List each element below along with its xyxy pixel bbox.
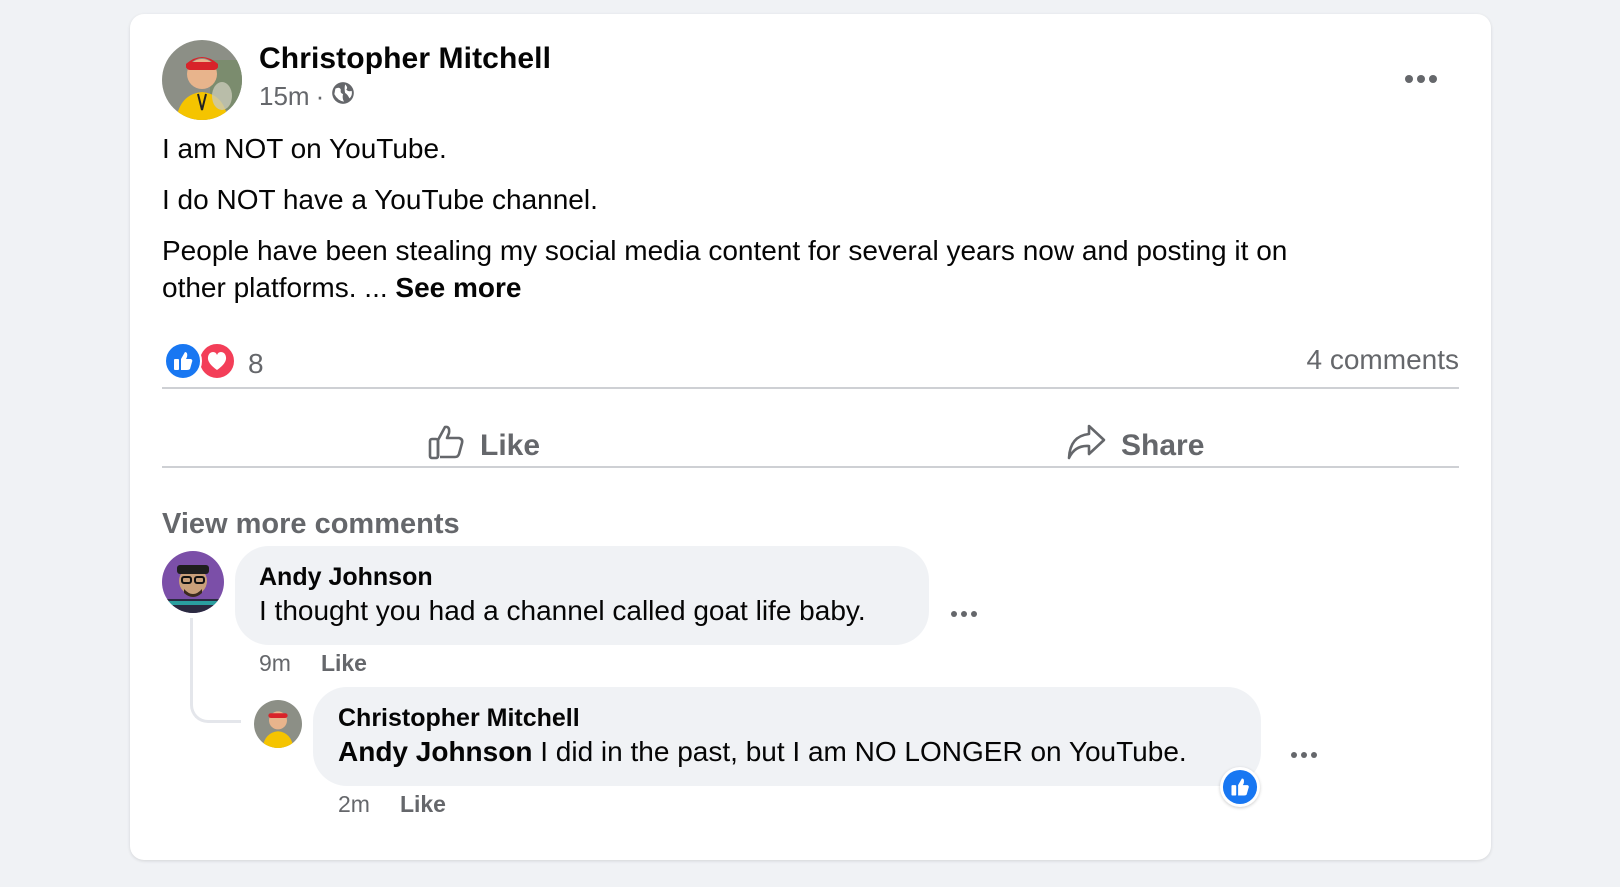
post-author-name[interactable]: Christopher Mitchell bbox=[259, 42, 551, 76]
like-reaction-icon bbox=[164, 342, 202, 385]
share-arrow-icon bbox=[1065, 422, 1107, 470]
reply-options-button[interactable] bbox=[1290, 731, 1318, 765]
post-text-line: I am NOT on YouTube. bbox=[162, 133, 447, 164]
author-avatar[interactable] bbox=[162, 40, 242, 120]
post-text-line: People have been stealing my social medi… bbox=[162, 235, 1288, 266]
thumbs-up-icon bbox=[426, 422, 466, 470]
reply-like-badge[interactable] bbox=[1220, 767, 1260, 807]
reply-mention-link[interactable]: Andy Johnson bbox=[338, 736, 532, 767]
reply-thread-line bbox=[190, 618, 241, 723]
see-more-link[interactable]: See more bbox=[395, 272, 521, 303]
meta-separator: · bbox=[315, 81, 325, 111]
view-more-comments-link[interactable]: View more comments bbox=[162, 508, 460, 541]
reply-meta: 2m Like bbox=[338, 791, 446, 818]
reply-text: Andy Johnson I did in the past, but I am… bbox=[338, 736, 1187, 768]
love-reaction-icon bbox=[198, 342, 236, 385]
reply-author-name[interactable]: Christopher Mitchell bbox=[338, 704, 580, 733]
comments-count-link[interactable]: 4 comments bbox=[1307, 344, 1460, 376]
commenter-avatar[interactable] bbox=[162, 551, 224, 613]
comment-text: I thought you had a channel called goat … bbox=[259, 595, 866, 626]
comment-time[interactable]: 9m bbox=[259, 650, 291, 677]
post-card: Christopher Mitchell 15m · I am NOT on Y… bbox=[130, 14, 1491, 860]
post-meta: 15m · bbox=[259, 80, 356, 113]
reply-like-button[interactable]: Like bbox=[400, 791, 446, 818]
post-options-button[interactable] bbox=[1404, 56, 1438, 90]
share-button-label: Share bbox=[1121, 429, 1205, 462]
post-text-line: I do NOT have a YouTube channel. bbox=[162, 184, 598, 215]
divider bbox=[162, 387, 1459, 389]
divider bbox=[162, 466, 1459, 468]
reply-text-body: I did in the past, but I am NO LONGER on… bbox=[532, 736, 1187, 767]
globe-icon[interactable] bbox=[330, 80, 356, 113]
comment-options-button[interactable] bbox=[950, 590, 978, 624]
reply-time[interactable]: 2m bbox=[338, 791, 370, 818]
comment-author-name[interactable]: Andy Johnson bbox=[259, 563, 433, 592]
post-time[interactable]: 15m bbox=[259, 81, 310, 112]
comment-meta: 9m Like bbox=[259, 650, 367, 677]
reply-author-avatar[interactable] bbox=[254, 700, 302, 748]
post-text-line-last: other platforms. ... See more bbox=[162, 269, 522, 307]
comment-like-button[interactable]: Like bbox=[321, 650, 367, 677]
reaction-count: 8 bbox=[248, 347, 264, 379]
like-button-label: Like bbox=[480, 429, 541, 462]
reactions-summary[interactable]: 8 bbox=[164, 342, 264, 385]
post-text-line: other platforms. ... bbox=[162, 272, 388, 303]
